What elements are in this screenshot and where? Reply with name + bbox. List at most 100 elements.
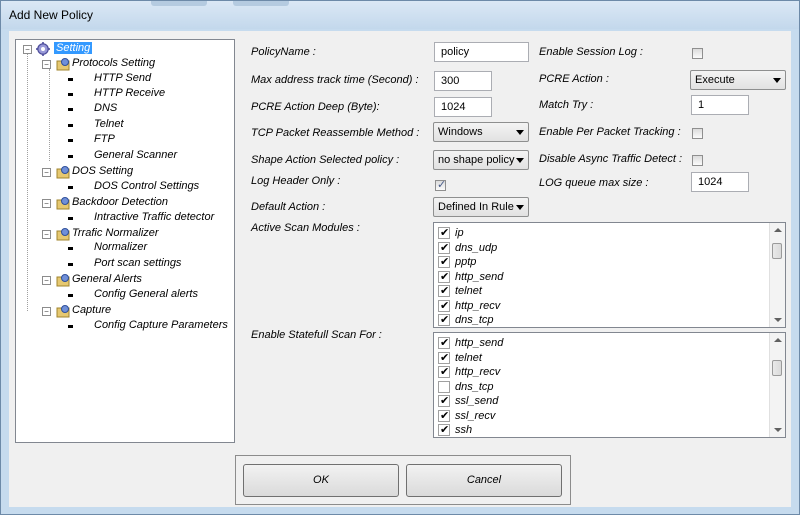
active-scan-scrollbar[interactable] xyxy=(769,223,785,327)
pcre-action-deep-input[interactable]: 1024 xyxy=(434,97,492,117)
cancel-button[interactable]: Cancel xyxy=(406,464,562,497)
tree-bullet xyxy=(68,139,73,142)
background-tabs xyxy=(151,1,301,7)
collapse-icon[interactable]: − xyxy=(42,307,51,316)
enable-session-log-checkbox[interactable] xyxy=(692,48,703,59)
tree-bullet xyxy=(68,217,73,220)
list-item-checkbox[interactable] xyxy=(438,226,450,239)
default-action-dropdown[interactable]: Defined In Rule xyxy=(433,197,529,217)
tree-connector xyxy=(49,69,50,161)
log-queue-input[interactable]: 1024 xyxy=(691,172,749,192)
collapse-icon[interactable]: − xyxy=(42,168,51,177)
list-item-checkbox[interactable] xyxy=(438,423,450,436)
window-title: Add New Policy xyxy=(9,8,94,22)
match-try-label: Match Try : xyxy=(539,99,594,111)
folder-gear-icon xyxy=(56,305,70,318)
per-packet-tracking-label: Enable Per Packet Tracking : xyxy=(539,126,681,138)
list-item-checkbox[interactable] xyxy=(438,336,450,349)
active-scan-label: Active Scan Modules : xyxy=(251,222,360,234)
tree-bullet xyxy=(68,186,73,189)
scroll-down-icon[interactable] xyxy=(774,428,782,432)
collapse-icon[interactable]: − xyxy=(42,60,51,69)
active-scan-list[interactable]: ip dns_udp pptp http_send telnet http_re… xyxy=(433,222,786,328)
scroll-thumb[interactable] xyxy=(772,243,782,259)
policy-name-label: PolicyName : xyxy=(251,46,316,58)
shape-action-dropdown[interactable]: no shape policy xyxy=(433,150,529,170)
list-item-checkbox[interactable] xyxy=(438,270,450,283)
disable-async-checkbox[interactable] xyxy=(692,155,703,166)
scroll-down-icon[interactable] xyxy=(774,318,782,322)
tree-bullet xyxy=(68,294,73,297)
settings-gear-icon xyxy=(36,42,50,56)
collapse-icon[interactable]: − xyxy=(42,230,51,239)
background-tab xyxy=(151,1,207,6)
ok-button[interactable]: OK xyxy=(243,464,399,497)
collapse-icon[interactable]: − xyxy=(42,199,51,208)
tcp-reassemble-value: Windows xyxy=(438,126,483,138)
pcre-action-deep-label: PCRE Action Deep (Byte): xyxy=(251,101,380,113)
scroll-up-icon[interactable] xyxy=(774,338,782,342)
list-item-checkbox[interactable] xyxy=(438,284,450,297)
tcp-reassemble-dropdown[interactable]: Windows xyxy=(433,122,529,142)
pcre-action-dropdown[interactable]: Execute xyxy=(690,70,786,90)
tree-bullet xyxy=(68,93,73,96)
list-item-checkbox[interactable] xyxy=(438,255,450,268)
chevron-down-icon xyxy=(773,78,781,83)
list-item-checkbox[interactable] xyxy=(438,409,450,422)
tree-bullet xyxy=(68,155,73,158)
statefull-scan-list[interactable]: http_send telnet http_recv dns_tcp ssl_s… xyxy=(433,332,786,438)
max-address-track-input[interactable]: 300 xyxy=(434,71,492,91)
shape-action-value: no shape policy xyxy=(438,154,515,166)
folder-gear-icon xyxy=(56,274,70,287)
chevron-down-icon xyxy=(516,158,524,163)
tree-bullet xyxy=(68,108,73,111)
chevron-down-icon xyxy=(516,130,524,135)
shape-action-label: Shape Action Selected policy : xyxy=(251,154,400,166)
pcre-action-label: PCRE Action : xyxy=(539,73,609,85)
log-header-only-label: Log Header Only : xyxy=(251,175,341,187)
collapse-icon[interactable]: − xyxy=(23,45,32,54)
folder-gear-icon xyxy=(56,197,70,210)
list-item-checkbox[interactable] xyxy=(438,241,450,254)
title-bar: Add New Policy xyxy=(1,1,799,29)
background-tab xyxy=(233,1,289,6)
max-address-track-label: Max address track time (Second) : xyxy=(251,74,419,86)
tree-bullet xyxy=(68,78,73,81)
dialog-body: − Setting − Protocols Setting HTTP Send … xyxy=(9,31,791,507)
list-item-checkbox[interactable] xyxy=(438,351,450,364)
folder-gear-icon xyxy=(56,228,70,241)
per-packet-tracking-checkbox[interactable] xyxy=(692,128,703,139)
list-item-checkbox[interactable] xyxy=(438,299,450,312)
list-item-checkbox[interactable] xyxy=(438,381,450,393)
tree-connector xyxy=(27,54,28,311)
folder-gear-icon xyxy=(56,58,70,71)
tree-bullet xyxy=(68,263,73,266)
disable-async-label: Disable Async Traffic Detect : xyxy=(539,153,683,165)
add-policy-window: Add New Policy − Setting − Protocols Set… xyxy=(0,0,800,515)
pcre-action-value: Execute xyxy=(695,74,735,86)
default-action-value: Defined In Rule xyxy=(438,201,514,213)
policy-name-input[interactable]: policy xyxy=(434,42,529,62)
log-queue-label: LOG queue max size : xyxy=(539,177,649,189)
chevron-down-icon xyxy=(516,205,524,210)
tree-root-label: Setting xyxy=(54,42,93,54)
statefull-scan-scrollbar[interactable] xyxy=(769,333,785,437)
statefull-scan-label: Enable Statefull Scan For : xyxy=(251,329,382,341)
settings-tree[interactable]: − Setting − Protocols Setting HTTP Send … xyxy=(15,39,235,443)
list-item-checkbox[interactable] xyxy=(438,394,450,407)
scroll-thumb[interactable] xyxy=(772,360,782,376)
folder-gear-icon xyxy=(56,166,70,179)
list-item-checkbox[interactable] xyxy=(438,313,450,326)
log-header-only-checkbox[interactable] xyxy=(435,178,446,191)
button-panel: OK Cancel xyxy=(235,455,571,505)
tcp-reassemble-label: TCP Packet Reassemble Method : xyxy=(251,127,420,139)
tree-bullet xyxy=(68,247,73,250)
enable-session-log-label: Enable Session Log : xyxy=(539,46,643,58)
tree-bullet xyxy=(68,124,73,127)
match-try-input[interactable]: 1 xyxy=(691,95,749,115)
default-action-label: Default Action : xyxy=(251,201,326,213)
scroll-up-icon[interactable] xyxy=(774,228,782,232)
tree-bullet xyxy=(68,325,73,328)
collapse-icon[interactable]: − xyxy=(42,276,51,285)
list-item-checkbox[interactable] xyxy=(438,365,450,378)
